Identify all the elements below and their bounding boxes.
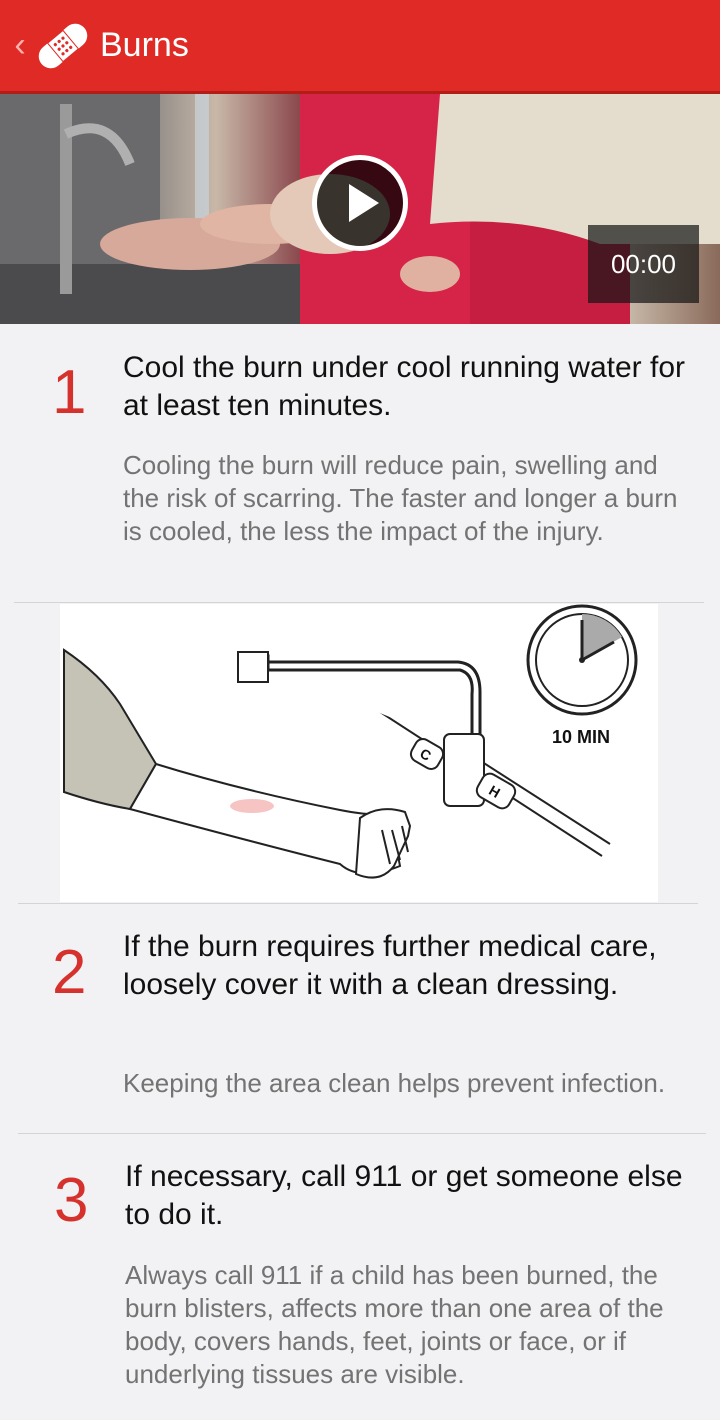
chevron-left-icon[interactable]: ‹ xyxy=(0,0,30,93)
divider xyxy=(14,602,704,603)
page-title: Burns xyxy=(100,26,189,64)
app-bar: ‹ Burns xyxy=(0,0,720,94)
step-3-title: If necessary, call 911 or get someone el… xyxy=(125,1160,683,1231)
illustration-cooling-burn: C H 10 MIN xyxy=(60,604,658,902)
stopwatch-icon xyxy=(526,604,638,716)
video-time: 00:00 xyxy=(588,225,699,303)
video-player[interactable]: 00:00 xyxy=(0,94,720,324)
play-button[interactable] xyxy=(312,155,408,251)
step-1-title: Cool the burn under cool running water f… xyxy=(123,351,686,422)
play-icon xyxy=(349,184,379,222)
divider xyxy=(18,903,698,904)
step-2-number: 2 xyxy=(52,938,87,1007)
step-1-description: Cooling the burn will reduce pain, swell… xyxy=(123,450,678,546)
step-3-description: Always call 911 if a child has been burn… xyxy=(125,1260,664,1389)
bandage-icon[interactable] xyxy=(30,0,96,93)
step-2-title: If the burn requires further medical car… xyxy=(123,930,657,1001)
step-2-description: Keeping the area clean helps prevent inf… xyxy=(123,1068,666,1098)
step-3-number: 3 xyxy=(54,1166,89,1235)
step-1-number: 1 xyxy=(52,358,87,427)
divider xyxy=(18,1133,706,1134)
arm-under-tap-illustration: C H xyxy=(63,604,638,879)
timer-label: 10 MIN xyxy=(552,727,611,747)
